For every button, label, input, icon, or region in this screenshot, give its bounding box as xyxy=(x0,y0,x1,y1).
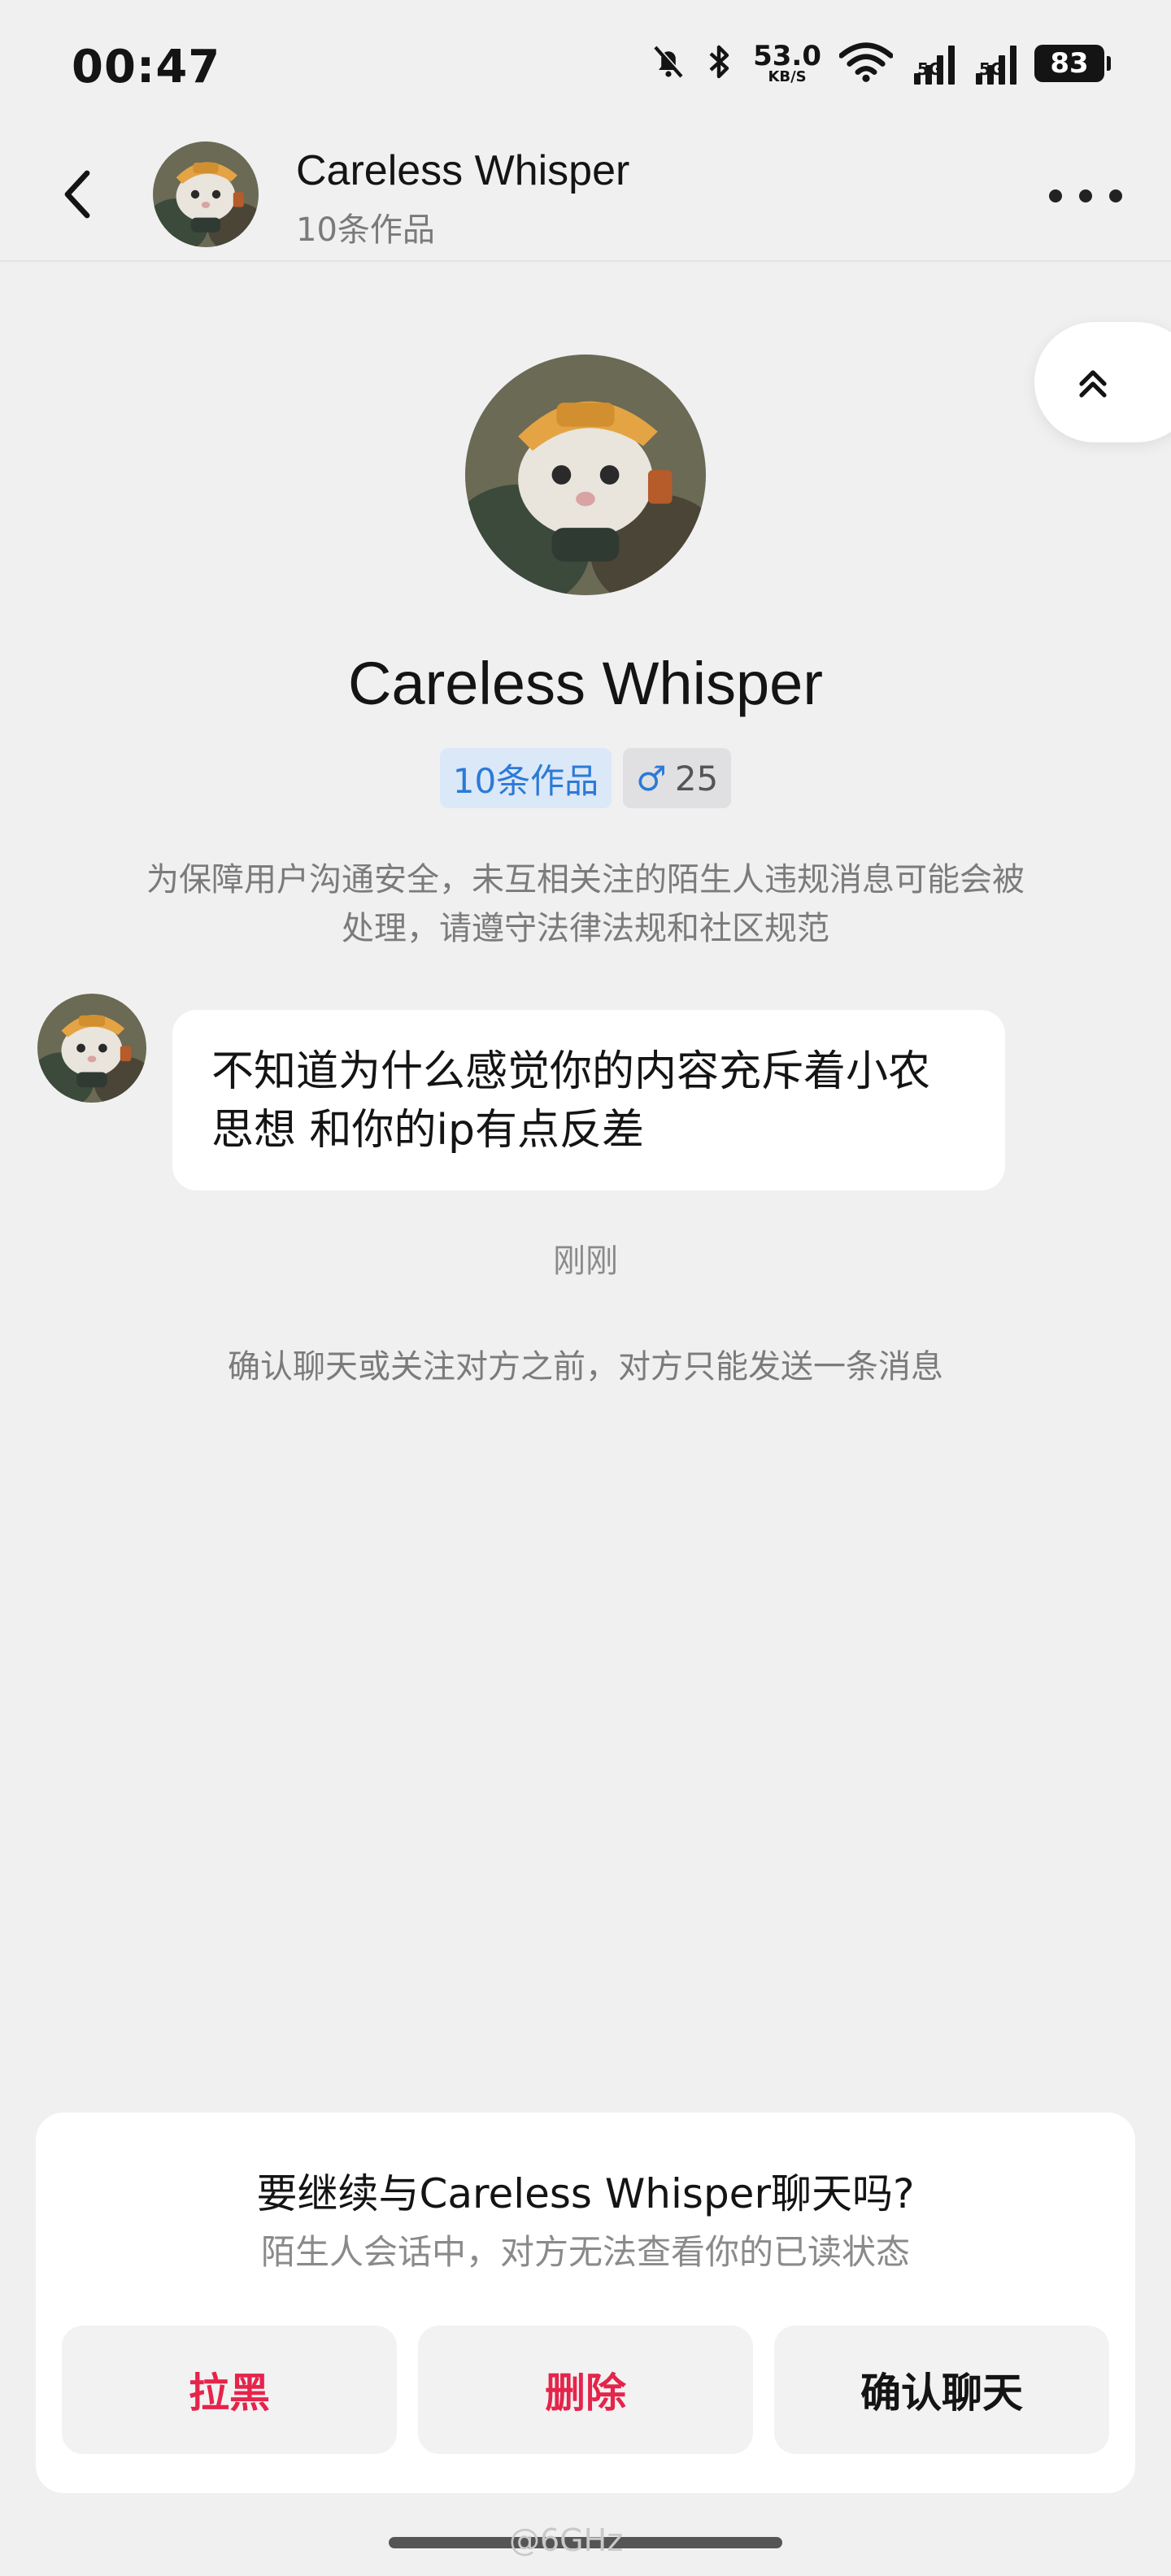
net-speed: 53.0 KB/S xyxy=(753,40,821,85)
wifi-icon xyxy=(838,41,894,86)
age-value: 25 xyxy=(674,758,719,798)
stranger-hint: 确认聊天或关注对方之前，对方只能发送一条消息 xyxy=(228,1348,943,1386)
male-icon: ♂ xyxy=(636,758,667,798)
card-title: 要继续与Careless Whisper聊天吗? xyxy=(256,2170,915,2217)
delete-button[interactable]: 删除 xyxy=(418,2326,753,2454)
block-button[interactable]: 拉黑 xyxy=(62,2326,397,2454)
header-name[interactable]: Careless Whisper xyxy=(296,146,629,195)
status-icons: 53.0 KB/S 5G 5G 83 xyxy=(649,37,1111,89)
battery-indicator: 83 xyxy=(1034,45,1111,82)
profile-avatar[interactable] xyxy=(465,355,706,595)
bluetooth-icon xyxy=(706,42,735,85)
more-button[interactable] xyxy=(1049,176,1122,216)
header-subtitle: 10条作品 xyxy=(296,211,435,249)
profile-tags: 10条作品 ♂ 25 xyxy=(0,748,1171,808)
message-avatar[interactable] xyxy=(37,994,146,1103)
safety-notice: 为保障用户沟通安全，未互相关注的陌生人违规消息可能会被处理，请遵守法律法规和社区… xyxy=(146,861,1025,947)
bell-off-icon xyxy=(649,42,688,85)
back-button[interactable] xyxy=(49,166,106,223)
avatar[interactable] xyxy=(153,141,259,247)
confirm-chat-button[interactable]: 确认聊天 xyxy=(774,2326,1109,2454)
double-chevron-up-icon xyxy=(1079,370,1107,398)
card-subtitle: 陌生人会话中，对方无法查看你的已读状态 xyxy=(260,2232,910,2272)
chat-header: Careless Whisper 10条作品 xyxy=(0,130,1171,262)
scroll-to-top-button[interactable] xyxy=(1034,322,1171,442)
more-horizontal-icon xyxy=(1049,189,1062,202)
status-time: 00:47 xyxy=(72,41,221,94)
gender-age-tag: ♂ 25 xyxy=(623,748,732,808)
message-bubble[interactable]: 不知道为什么感觉你的内容充斥着小农思想 和你的ip有点反差 xyxy=(172,1010,1005,1190)
watermark: @6GHz xyxy=(509,2522,624,2558)
signal-icon: 5G xyxy=(911,42,955,85)
continue-chat-card: 要继续与Careless Whisper聊天吗? 陌生人会话中，对方无法查看你的… xyxy=(36,2113,1135,2493)
works-tag[interactable]: 10条作品 xyxy=(439,748,612,808)
profile-name: Careless Whisper xyxy=(348,650,823,717)
status-bar: 00:47 53.0 KB/S 5G 5G 83 xyxy=(0,0,1171,130)
message-timestamp: 刚刚 xyxy=(553,1242,618,1280)
signal-icon: 5G xyxy=(973,42,1016,85)
chevron-left-icon xyxy=(64,170,90,219)
